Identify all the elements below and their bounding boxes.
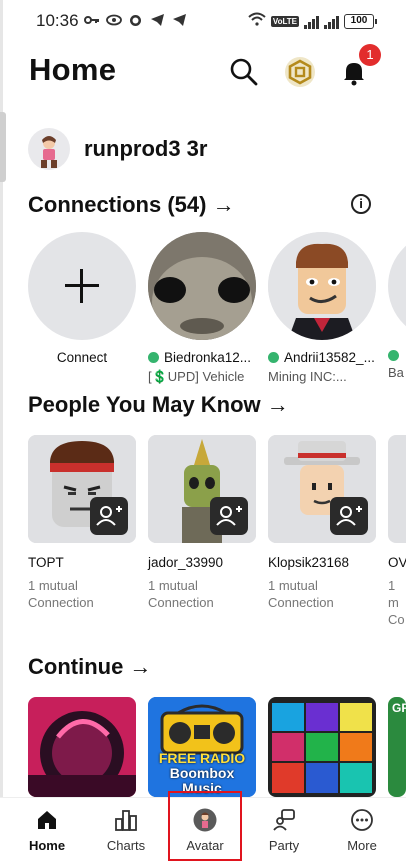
connection-name: Andrii13582_... <box>284 350 375 365</box>
online-status-dot <box>148 352 159 363</box>
people-you-may-know-title[interactable]: People You May Know → <box>28 392 289 418</box>
mutual-count: 1 m <box>388 578 399 610</box>
status-system-icons: VoLTE 100 <box>248 12 377 31</box>
status-notification-icons <box>84 13 187 27</box>
nav-charts[interactable]: Charts <box>86 798 166 863</box>
nav-home-label: Home <box>28 838 66 853</box>
signal-icon <box>304 15 319 29</box>
telegram-icon <box>150 13 165 27</box>
continue-title[interactable]: Continue → <box>28 654 151 680</box>
nav-more[interactable]: More <box>322 798 402 863</box>
home-icon <box>35 808 59 832</box>
connect-card[interactable]: Connect <box>28 232 136 365</box>
suggested-user-card-partial[interactable]: OV 1 m Co <box>388 435 406 628</box>
suggested-user-avatar[interactable] <box>148 435 256 543</box>
connection-avatar[interactable] <box>388 232 406 340</box>
mutual-count: 1 mutual <box>148 578 198 593</box>
nav-more-label: More <box>347 838 377 853</box>
battery-indicator: 100 <box>344 14 377 29</box>
game-tile-partial[interactable]: GR <box>388 697 406 797</box>
mutual-detail: Co <box>388 612 405 627</box>
suggested-user-avatar[interactable] <box>268 435 376 543</box>
signal-icon-2 <box>324 15 339 29</box>
add-connection-button[interactable] <box>330 497 368 535</box>
connection-game[interactable]: Ba <box>388 365 406 380</box>
wifi-icon <box>248 12 266 31</box>
connect-label: Connect <box>56 350 108 365</box>
suggested-user-avatar[interactable] <box>388 435 406 543</box>
game-title-line: FREE RADIO <box>158 750 246 766</box>
connect-button[interactable] <box>28 232 136 340</box>
key-icon <box>84 13 99 27</box>
connection-avatar[interactable] <box>268 232 376 340</box>
status-bar: 10:36 VoLTE 100 <box>0 0 406 40</box>
connection-card[interactable]: Andrii13582_... Mining INC:... <box>268 232 376 384</box>
notification-badge: 1 <box>359 44 381 66</box>
connection-game[interactable]: Mining INC:... <box>268 369 376 384</box>
mutual-detail: Connection <box>28 595 94 610</box>
connection-game[interactable]: [💲UPD] Vehicle <box>148 369 256 385</box>
connection-avatar[interactable] <box>148 232 256 340</box>
charts-icon <box>114 808 138 832</box>
game-title-line: Boombox <box>169 765 235 781</box>
nav-party-label: Party <box>268 838 300 853</box>
connection-name: Biedronka12... <box>164 350 252 365</box>
suggested-user-card[interactable]: Klopsik23168 1 mutual Connection <box>268 435 376 611</box>
connection-card[interactable]: Biedronka12... [💲UPD] Vehicle <box>148 232 256 385</box>
username: runprod3 3r <box>84 136 208 161</box>
telegram-icon-2 <box>172 13 187 27</box>
info-icon[interactable]: i <box>351 194 371 214</box>
game-title-line: GR <box>388 697 406 797</box>
robux-icon[interactable] <box>284 56 316 88</box>
nav-home[interactable]: Home <box>7 798 87 863</box>
scroll-indicator[interactable] <box>0 112 6 182</box>
mutual-count: 1 mutual <box>28 578 78 593</box>
connections-title[interactable]: Connections (54) → <box>28 192 235 218</box>
avatar-tab-highlight <box>168 791 242 861</box>
status-time: 10:36 <box>36 11 79 30</box>
suggested-user-name: Klopsik23168 <box>268 555 350 570</box>
eye-icon <box>106 13 122 27</box>
suggested-user-card[interactable]: jador_33990 1 mutual Connection <box>148 435 256 611</box>
mutual-detail: Connection <box>268 595 334 610</box>
game-tile[interactable] <box>28 697 136 797</box>
page-title: Home <box>29 52 117 87</box>
online-status-dot <box>388 350 399 361</box>
suggested-user-name: jador_33990 <box>148 555 224 570</box>
avatar[interactable] <box>28 128 70 170</box>
game-tile[interactable]: FREE RADIO Boombox Music <box>148 697 256 797</box>
profile-row[interactable]: runprod3 3r <box>28 128 207 170</box>
search-icon[interactable] <box>228 56 260 88</box>
alarm-icon <box>128 13 143 27</box>
more-icon <box>350 808 374 832</box>
add-connection-button[interactable] <box>90 497 128 535</box>
party-icon <box>272 808 296 832</box>
suggested-user-name: TOPT <box>28 555 64 570</box>
volte-badge: VoLTE <box>270 16 299 27</box>
suggested-user-card[interactable]: TOPT 1 mutual Connection <box>28 435 136 611</box>
game-tile[interactable] <box>268 697 376 797</box>
connection-card-partial[interactable]: Ba <box>388 232 406 380</box>
online-status-dot <box>268 352 279 363</box>
mutual-detail: Connection <box>148 595 214 610</box>
nav-charts-label: Charts <box>106 838 146 853</box>
nav-party[interactable]: Party <box>244 798 324 863</box>
add-connection-button[interactable] <box>210 497 248 535</box>
mutual-count: 1 mutual <box>268 578 318 593</box>
suggested-user-name: OV <box>388 555 406 570</box>
suggested-user-avatar[interactable] <box>28 435 136 543</box>
